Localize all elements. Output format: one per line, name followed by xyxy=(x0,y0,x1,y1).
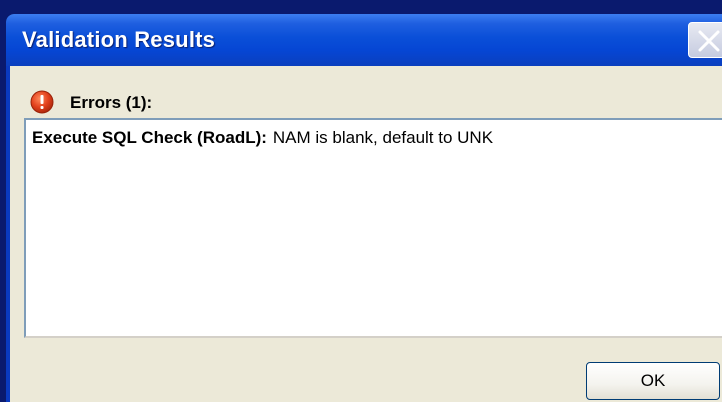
dialog-body: Errors (1): Execute SQL Check (RoadL): NA… xyxy=(10,66,722,402)
window-title: Validation Results xyxy=(22,27,216,52)
list-item[interactable]: Execute SQL Check (RoadL): NAM is blank, … xyxy=(32,128,493,148)
validation-results-window: Validation Results Errors (1): Execute S… xyxy=(6,14,722,402)
close-button[interactable] xyxy=(688,22,722,58)
ok-button[interactable]: OK xyxy=(586,362,720,400)
title-bar[interactable]: Validation Results xyxy=(6,14,722,66)
result-source: Execute SQL Check (RoadL): xyxy=(32,128,267,147)
result-message: NAM is blank, default to UNK xyxy=(272,128,494,147)
error-icon xyxy=(30,90,54,114)
results-list[interactable]: Execute SQL Check (RoadL): NAM is blank, … xyxy=(24,118,722,338)
errors-count-label: Errors (1): xyxy=(70,93,153,112)
close-icon xyxy=(698,30,720,52)
